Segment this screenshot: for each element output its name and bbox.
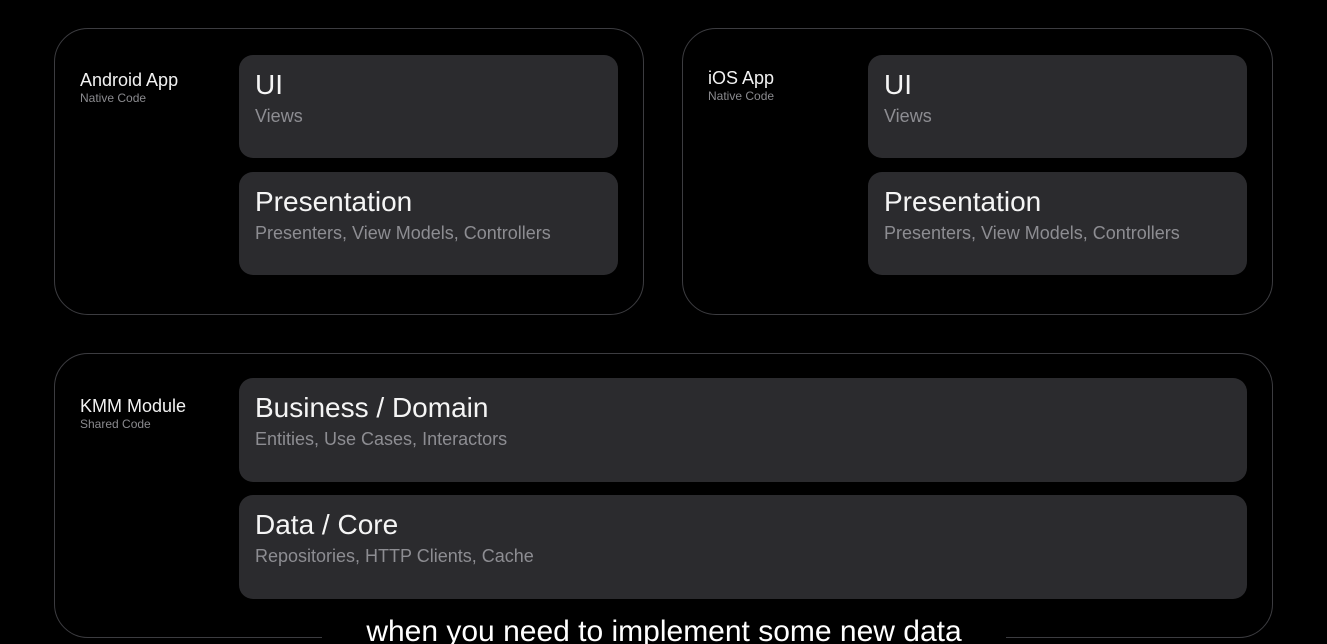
layer-title: UI bbox=[255, 69, 283, 100]
ios-ui-layer: UI Views bbox=[868, 55, 1247, 158]
android-app-subtitle: Native Code bbox=[80, 91, 147, 105]
layer-description: Repositories, HTTP Clients, Cache bbox=[255, 546, 534, 566]
layer-title: Presentation bbox=[255, 186, 413, 217]
layer-description: Views bbox=[884, 106, 932, 126]
layer-title: UI bbox=[884, 69, 912, 100]
kmm-module-group: KMM Module Shared Code Business / Domain… bbox=[54, 353, 1273, 638]
kmm-module-subtitle: Shared Code bbox=[80, 417, 151, 431]
android-app-label: Android App Native Code bbox=[80, 69, 178, 105]
kmm-module-label: KMM Module Shared Code bbox=[80, 395, 186, 431]
layer-description: Views bbox=[255, 106, 303, 126]
layer-description: Entities, Use Cases, Interactors bbox=[255, 429, 508, 449]
layer-title: Data / Core bbox=[255, 509, 399, 540]
architecture-diagram: Android App Native Code UI Views Present… bbox=[0, 0, 1327, 644]
layer-title: Presentation bbox=[884, 186, 1042, 217]
layer-title: Business / Domain bbox=[255, 392, 489, 423]
android-app-group: Android App Native Code UI Views Present… bbox=[54, 28, 644, 315]
android-ui-layer: UI Views bbox=[239, 55, 618, 158]
ios-app-group: iOS App Native Code UI Views Presentatio… bbox=[682, 28, 1273, 315]
android-app-title: Android App bbox=[80, 70, 179, 90]
layer-description: Presenters, View Models, Controllers bbox=[255, 223, 551, 243]
data-core-layer: Data / Core Repositories, HTTP Clients, … bbox=[239, 495, 1247, 599]
business-domain-layer: Business / Domain Entities, Use Cases, I… bbox=[239, 378, 1247, 482]
ios-app-title: iOS App bbox=[708, 68, 775, 88]
kmm-module-title: KMM Module bbox=[80, 396, 187, 416]
android-presentation-layer: Presentation Presenters, View Models, Co… bbox=[239, 172, 618, 275]
video-caption: when you need to implement some new data bbox=[322, 612, 1006, 644]
ios-presentation-layer: Presentation Presenters, View Models, Co… bbox=[868, 172, 1247, 275]
ios-app-subtitle: Native Code bbox=[708, 89, 775, 103]
ios-app-label: iOS App Native Code bbox=[708, 67, 774, 103]
layer-description: Presenters, View Models, Controllers bbox=[884, 223, 1180, 243]
